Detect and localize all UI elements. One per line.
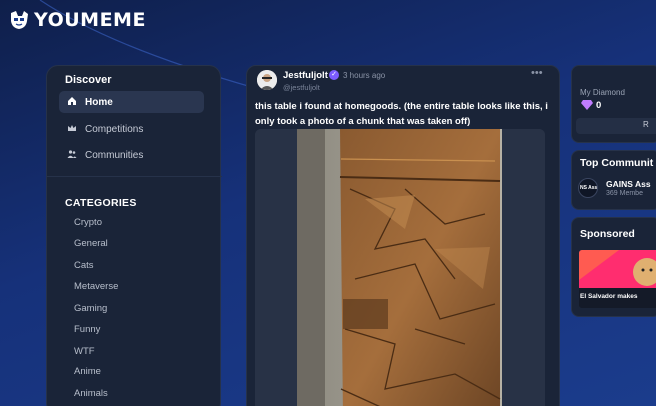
sponsored-ad[interactable]: El Salvador makes bbox=[579, 250, 656, 308]
sidebar: Discover Home Competitions Communities C… bbox=[46, 65, 222, 406]
diamond-icon bbox=[581, 100, 593, 110]
post-username[interactable]: Jestfuljolt bbox=[283, 70, 328, 81]
brand-name: YOUMEME bbox=[34, 9, 146, 31]
discover-heading: Discover bbox=[65, 74, 112, 86]
categories-heading: CATEGORIES bbox=[65, 197, 137, 209]
more-options-icon[interactable]: ••• bbox=[531, 67, 543, 79]
category-item[interactable]: Cats bbox=[74, 260, 94, 271]
category-item[interactable]: Animals bbox=[74, 388, 108, 399]
diamond-action-button[interactable]: R bbox=[576, 118, 656, 134]
category-item[interactable]: Crypto bbox=[74, 217, 102, 228]
nav-item-communities[interactable]: Communities bbox=[59, 144, 204, 166]
post-timestamp: 3 hours ago bbox=[343, 71, 386, 80]
post-image[interactable] bbox=[255, 129, 545, 406]
category-item[interactable]: WTF bbox=[74, 346, 95, 357]
diamond-value: 0 bbox=[596, 100, 602, 111]
category-item[interactable]: Gaming bbox=[74, 303, 107, 314]
top-bar: YOUMEME bbox=[0, 0, 656, 111]
user-avatar-image bbox=[257, 70, 277, 90]
category-item[interactable]: Anime bbox=[74, 366, 101, 377]
sponsored-ad-caption: El Salvador makes bbox=[580, 293, 638, 300]
top-communities-card: Top Communit NS Ass GAINS Ass 369 Membe bbox=[571, 150, 656, 210]
community-members: 369 Membe bbox=[606, 190, 643, 197]
top-communities-heading: Top Communit bbox=[580, 157, 654, 169]
nav-label-communities: Communities bbox=[85, 149, 144, 161]
home-icon bbox=[65, 96, 79, 109]
wooden-table-photo bbox=[255, 129, 545, 406]
avatar[interactable] bbox=[257, 70, 277, 90]
nav-label-competitions: Competitions bbox=[85, 123, 144, 135]
nav-item-home[interactable]: Home bbox=[59, 91, 204, 113]
nav-item-competitions[interactable]: Competitions bbox=[59, 118, 204, 140]
category-item[interactable]: Funny bbox=[74, 324, 100, 335]
my-diamond-label: My Diamond bbox=[580, 88, 625, 97]
sponsored-card: Sponsored El Salvador makes bbox=[571, 217, 656, 317]
people-icon bbox=[65, 149, 79, 162]
nav-label-home: Home bbox=[85, 96, 113, 108]
brand-logo[interactable]: YOUMEME bbox=[8, 9, 146, 31]
category-item[interactable]: Metaverse bbox=[74, 281, 118, 292]
sidebar-divider bbox=[47, 176, 222, 177]
my-diamond-card: My Diamond 0 R bbox=[571, 65, 656, 143]
crown-icon bbox=[65, 123, 79, 136]
community-name[interactable]: GAINS Ass bbox=[606, 179, 651, 189]
dog-logo-icon bbox=[11, 11, 28, 29]
post-card: Jestfuljolt ✓ 3 hours ago @jestfuljolt •… bbox=[246, 65, 560, 406]
category-item[interactable]: General bbox=[74, 238, 108, 249]
post-handle[interactable]: @jestfuljolt bbox=[283, 83, 320, 92]
post-caption: this table i found at homegoods. (the en… bbox=[255, 101, 548, 127]
verified-badge-icon: ✓ bbox=[329, 70, 339, 80]
sponsored-heading: Sponsored bbox=[580, 228, 635, 240]
community-avatar[interactable]: NS Ass bbox=[578, 178, 598, 198]
